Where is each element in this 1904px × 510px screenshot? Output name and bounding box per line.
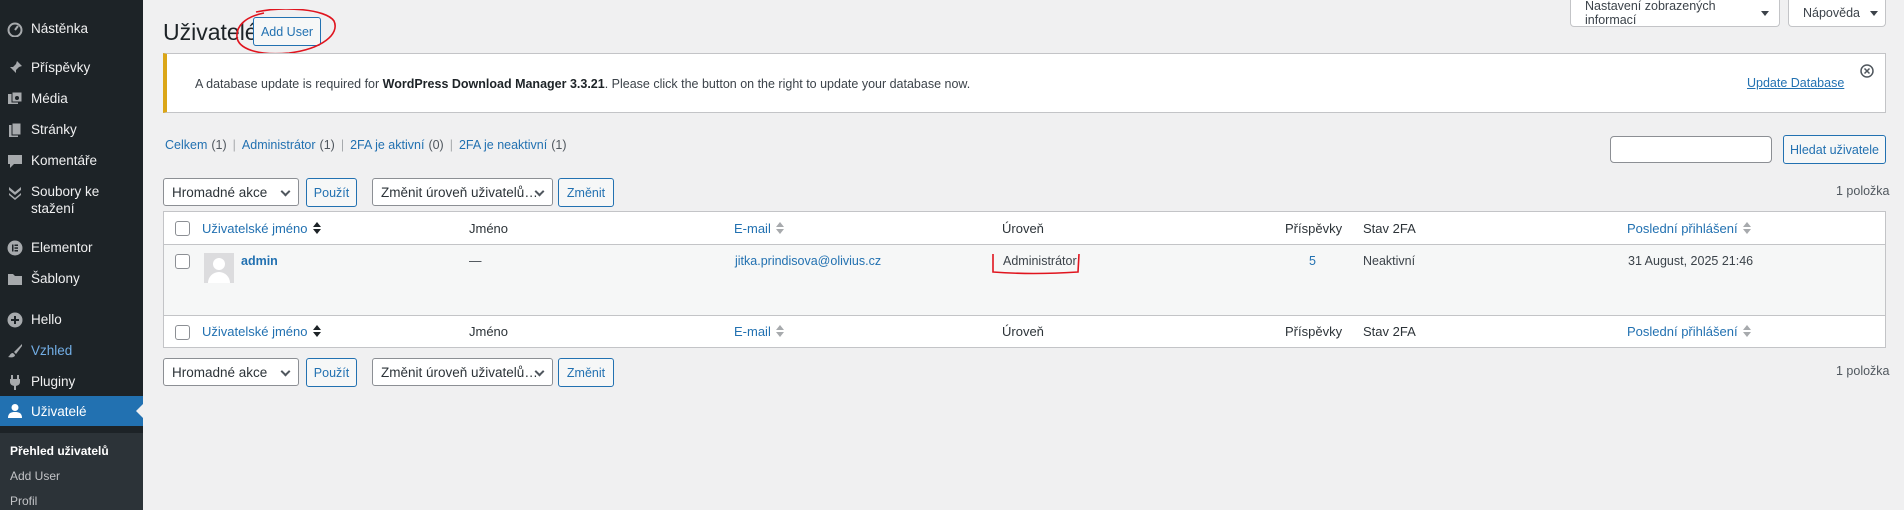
sidebar-item-appearance[interactable]: Vzhled xyxy=(0,341,143,361)
help-toggle[interactable]: Nápověda xyxy=(1788,0,1886,27)
update-database-link[interactable]: Update Database xyxy=(1747,76,1844,90)
user-icon xyxy=(5,401,25,421)
view-all[interactable]: Celkem xyxy=(165,138,207,152)
sidebar-item-hello[interactable]: Hello xyxy=(0,310,143,330)
folder-icon xyxy=(5,269,25,289)
column-2fa: Stav 2FA xyxy=(1363,324,1416,339)
column-last-login[interactable]: Poslední přihlášení xyxy=(1627,324,1751,339)
view-2fa-inactive[interactable]: 2FA je neaktivní xyxy=(459,138,547,152)
notice-text: A database update is required for WordPr… xyxy=(195,77,971,91)
plus-circle-icon xyxy=(5,310,25,330)
caret-down-icon xyxy=(1870,10,1878,16)
page-title: Uživatelé xyxy=(163,19,258,45)
change-role-select[interactable]: Změnit úroveň uživatelů… xyxy=(372,178,553,206)
brush-icon xyxy=(5,341,25,361)
pin-icon xyxy=(5,58,25,78)
bulk-apply-button-bottom[interactable]: Použít xyxy=(306,358,357,387)
sort-icon xyxy=(775,325,784,337)
sidebar-item-plugins[interactable]: Pluginy xyxy=(0,372,143,392)
screen-options-toggle[interactable]: Nastavení zobrazených informací xyxy=(1570,0,1780,27)
user-search-input[interactable] xyxy=(1610,136,1772,163)
sort-asc-icon xyxy=(312,325,321,337)
submenu-item-profile[interactable]: Profil xyxy=(10,494,37,508)
row-checkbox[interactable] xyxy=(175,254,190,269)
sort-asc-icon xyxy=(312,222,321,234)
role-cell: Administrátor xyxy=(1003,254,1077,268)
column-role: Úroveň xyxy=(1002,324,1044,339)
email-link[interactable]: jitka.prindisova@olivius.cz xyxy=(735,254,881,268)
dashboard-icon xyxy=(5,19,25,39)
2fa-status-cell: Neaktivní xyxy=(1363,254,1416,268)
sidebar-item-comments[interactable]: Komentáře xyxy=(0,151,143,171)
sidebar-item-posts[interactable]: Příspěvky xyxy=(0,58,143,78)
change-role-button-bottom[interactable]: Změnit xyxy=(558,358,614,387)
posts-count-link[interactable]: 5 xyxy=(1309,254,1316,268)
view-2fa-active[interactable]: 2FA je aktivní xyxy=(350,138,424,152)
column-username[interactable]: Uživatelské jméno xyxy=(202,324,321,339)
admin-sidebar: Nástěnka Příspěvky Média Stránky Komentá… xyxy=(0,0,143,510)
table-row: admin — jitka.prindisova@olivius.cz Admi… xyxy=(164,245,1885,315)
caret-down-icon xyxy=(1761,10,1769,16)
media-icon xyxy=(5,89,25,109)
users-table: Uživatelské jméno Jméno E-mail Úroveň Př… xyxy=(163,211,1886,348)
plug-icon xyxy=(5,372,25,392)
dismiss-icon[interactable] xyxy=(1860,64,1874,78)
column-name: Jméno xyxy=(469,324,509,339)
download-icon xyxy=(5,182,25,202)
help-label: Nápověda xyxy=(1803,6,1860,20)
view-administrator[interactable]: Administrátor xyxy=(242,138,316,152)
table-footer-row: Uživatelské jméno Jméno E-mail Úroveň Př… xyxy=(164,315,1885,348)
sort-icon xyxy=(1742,325,1751,337)
sidebar-item-pages[interactable]: Stránky xyxy=(0,120,143,140)
submenu-item-add-user[interactable]: Add User xyxy=(10,469,60,483)
elementor-icon xyxy=(5,238,25,258)
bulk-action-select[interactable]: Hromadné akce xyxy=(163,178,299,206)
chevron-down-icon xyxy=(280,186,291,197)
users-submenu: Přehled uživatelů Add User Profil xyxy=(0,433,143,510)
column-posts: Příspěvky xyxy=(1285,221,1343,236)
pages-icon xyxy=(5,120,25,140)
comment-icon xyxy=(5,151,25,171)
column-username[interactable]: Uživatelské jméno xyxy=(202,221,321,236)
column-role: Úroveň xyxy=(1002,221,1044,236)
table-header-row: Uživatelské jméno Jméno E-mail Úroveň Př… xyxy=(164,212,1885,245)
sidebar-item-dashboard[interactable]: Nástěnka xyxy=(0,19,143,39)
sidebar-item-downloads[interactable]: Soubory ke stažení xyxy=(0,182,143,216)
update-notice: A database update is required for WordPr… xyxy=(163,53,1886,113)
sort-icon xyxy=(1742,222,1751,234)
items-count: 1 položka xyxy=(1836,184,1890,198)
bulk-apply-button[interactable]: Použít xyxy=(306,178,357,207)
bulk-action-select-bottom[interactable]: Hromadné akce xyxy=(163,358,299,386)
column-email[interactable]: E-mail xyxy=(734,324,784,339)
items-count-bottom: 1 položka xyxy=(1836,364,1890,378)
notice-plugin-name: WordPress Download Manager 3.3.21 xyxy=(382,77,605,91)
screen-options-label: Nastavení zobrazených informací xyxy=(1585,0,1716,27)
user-role-filter: Celkem (1) | Administrátor (1) | 2FA je ak… xyxy=(165,138,567,152)
search-users-button[interactable]: Hledat uživatele xyxy=(1783,135,1886,164)
column-2fa: Stav 2FA xyxy=(1363,221,1416,236)
column-email[interactable]: E-mail xyxy=(734,221,784,236)
chevron-down-icon xyxy=(280,366,291,377)
username-link[interactable]: admin xyxy=(241,254,278,268)
select-all-checkbox[interactable] xyxy=(175,325,190,340)
last-login-cell: 31 August, 2025 21:46 xyxy=(1628,254,1754,268)
sort-icon xyxy=(775,222,784,234)
sidebar-item-elementor[interactable]: Elementor xyxy=(0,238,143,258)
avatar xyxy=(204,253,234,283)
sidebar-item-templates[interactable]: Šablony xyxy=(0,269,143,289)
column-last-login[interactable]: Poslední přihlášení xyxy=(1627,221,1751,236)
sidebar-item-media[interactable]: Média xyxy=(0,89,143,109)
change-role-button[interactable]: Změnit xyxy=(558,178,614,207)
sidebar-item-users[interactable]: Uživatelé xyxy=(0,396,143,426)
column-name: Jméno xyxy=(469,221,509,236)
add-user-button[interactable]: Add User xyxy=(253,17,321,46)
submenu-item-all-users[interactable]: Přehled uživatelů xyxy=(10,444,109,458)
column-posts: Příspěvky xyxy=(1285,324,1343,339)
name-cell: — xyxy=(469,254,482,268)
change-role-select-bottom[interactable]: Změnit úroveň uživatelů… xyxy=(372,358,553,386)
select-all-checkbox[interactable] xyxy=(175,221,190,236)
